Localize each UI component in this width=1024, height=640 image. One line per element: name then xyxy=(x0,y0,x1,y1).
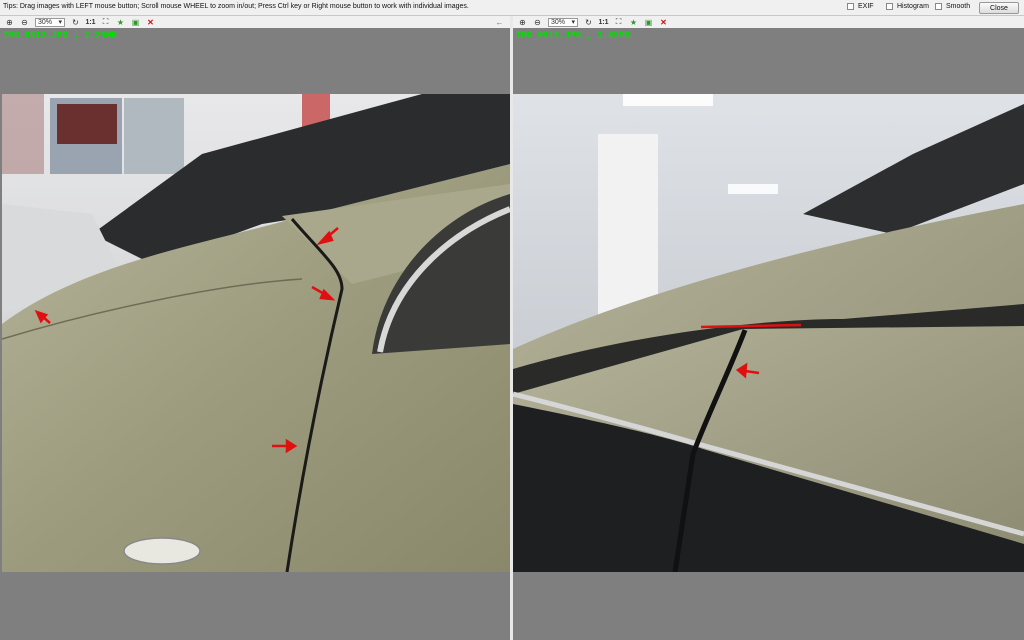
actual-size-button[interactable]: 1:1 xyxy=(84,17,97,28)
image-caption: IMG_0512.JPG , 2.25MB xyxy=(3,31,117,41)
left-toolbar: ⊕ ⊖ 30% ▾ ↻ 1:1 ⛶ ★ ▣ ✕ ← xyxy=(0,16,510,28)
histogram-checkbox[interactable]: Histogram xyxy=(886,3,929,10)
star-icon[interactable]: ★ xyxy=(114,17,127,28)
star-icon[interactable]: ★ xyxy=(627,17,640,28)
close-icon[interactable]: ✕ xyxy=(144,17,157,28)
actual-size-button[interactable]: 1:1 xyxy=(597,17,610,28)
zoom-out-icon[interactable]: ⊖ xyxy=(531,17,544,28)
chevron-down-icon: ▾ xyxy=(571,19,575,26)
left-image-pane[interactable]: IMG_0512.JPG , 2.25MB xyxy=(0,28,510,640)
refresh-icon[interactable]: ↻ xyxy=(582,17,595,28)
histogram-label: Histogram xyxy=(897,3,929,10)
fit-screen-icon[interactable]: ⛶ xyxy=(99,17,112,28)
smooth-label: Smooth xyxy=(946,3,971,10)
close-button[interactable]: Close xyxy=(979,2,1019,14)
zoom-select[interactable]: 30% ▾ xyxy=(35,17,65,27)
car-photo-left[interactable] xyxy=(2,94,510,572)
zoom-in-icon[interactable]: ⊕ xyxy=(3,17,16,28)
arrow-left-icon[interactable]: ← xyxy=(493,17,506,28)
exif-label: EXIF xyxy=(858,3,874,10)
chevron-down-icon: ▾ xyxy=(58,19,62,26)
right-toolbar: ⊕ ⊖ 30% ▾ ↻ 1:1 ⛶ ★ ▣ ✕ xyxy=(513,16,1024,28)
zoom-select-value: 30% xyxy=(38,18,53,26)
zoom-out-icon[interactable]: ⊖ xyxy=(18,17,31,28)
smooth-checkbox-box[interactable] xyxy=(935,3,942,10)
zoom-select[interactable]: 30% ▾ xyxy=(548,17,578,27)
car-photo-right[interactable] xyxy=(513,94,1024,572)
top-bar: Tips: Drag images with LEFT mouse button… xyxy=(0,0,1024,16)
refresh-icon[interactable]: ↻ xyxy=(69,17,82,28)
zoom-in-icon[interactable]: ⊕ xyxy=(516,17,529,28)
image-caption: IMG_0515.JPG , 1.85MB xyxy=(516,31,630,41)
right-image-pane[interactable]: IMG_0515.JPG , 1.85MB xyxy=(513,28,1024,640)
exif-checkbox[interactable]: EXIF xyxy=(847,3,874,10)
export-icon[interactable]: ▣ xyxy=(129,17,142,28)
zoom-select-value: 30% xyxy=(551,18,566,26)
tips-text: Tips: Drag images with LEFT mouse button… xyxy=(3,3,469,10)
exif-checkbox-box[interactable] xyxy=(847,3,854,10)
close-icon[interactable]: ✕ xyxy=(657,17,670,28)
histogram-checkbox-box[interactable] xyxy=(886,3,893,10)
fit-screen-icon[interactable]: ⛶ xyxy=(612,17,625,28)
smooth-checkbox[interactable]: Smooth xyxy=(935,3,970,10)
export-icon[interactable]: ▣ xyxy=(642,17,655,28)
